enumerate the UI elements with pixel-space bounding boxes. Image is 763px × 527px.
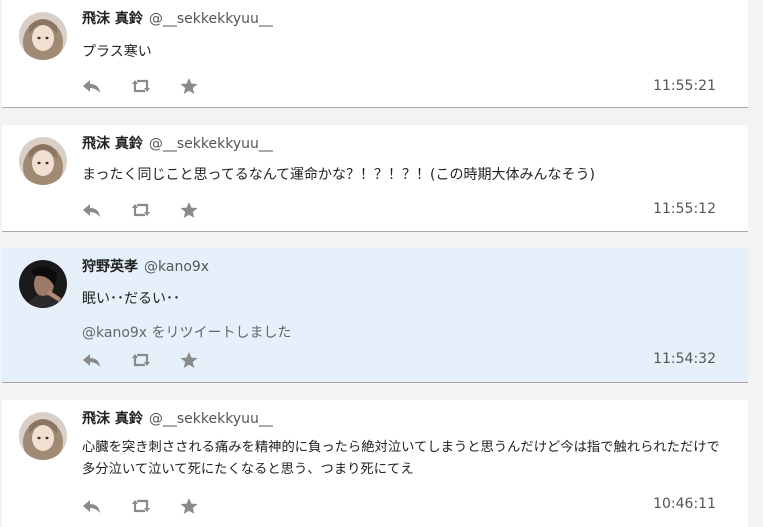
avatar[interactable]: [19, 137, 67, 185]
retweet-button[interactable]: [131, 497, 151, 515]
tweet-item-retweet[interactable]: 狩野英孝 @kano9x 眠い･･だるい･･ @kano9x をリツイートしました…: [2, 248, 748, 383]
retweet-button[interactable]: [131, 77, 151, 95]
user-name[interactable]: 狩野英孝: [82, 259, 138, 275]
star-icon: [180, 352, 198, 368]
user-name[interactable]: 飛沫 真鈴: [82, 11, 143, 27]
reply-icon: [83, 204, 100, 217]
reply-icon: [83, 80, 100, 93]
favorite-button[interactable]: [179, 351, 199, 369]
user-name[interactable]: 飛沫 真鈴: [82, 411, 143, 427]
reply-icon: [83, 354, 100, 367]
avatar[interactable]: [19, 260, 67, 308]
user-handle[interactable]: @__sekkekkyuu__: [149, 11, 273, 27]
tweet-header: 飛沫 真鈴 @__sekkekkyuu__: [82, 8, 273, 28]
star-icon: [180, 498, 198, 514]
favorite-button[interactable]: [179, 201, 199, 219]
retweet-icon: [132, 203, 150, 217]
tweet-header: 狩野英孝 @kano9x: [82, 256, 209, 276]
reply-button[interactable]: [82, 497, 102, 515]
reply-button[interactable]: [82, 351, 102, 369]
reply-button[interactable]: [82, 77, 102, 95]
tweet-header: 飛沫 真鈴 @__sekkekkyuu__: [82, 133, 273, 153]
user-name[interactable]: 飛沫 真鈴: [82, 136, 143, 152]
retweet-note-text: をリツイートしました: [147, 325, 292, 341]
retweet-button[interactable]: [131, 201, 151, 219]
tweet-header: 飛沫 真鈴 @__sekkekkyuu__: [82, 408, 273, 428]
tweet-text: 眠い･･だるい･･: [82, 291, 180, 307]
retweet-icon: [132, 353, 150, 367]
reply-icon: [83, 500, 100, 513]
tweet-text: まったく同じこと思ってるなんて運命かな？！？！？！(この時期大体みんなそう): [82, 167, 595, 183]
tweet-text: 心臓を突き刺さされる痛みを精神的に負ったら絶対泣いてしまうと思うんだけど今は指で…: [82, 440, 720, 477]
retweet-user-link[interactable]: @kano9x: [82, 325, 147, 341]
tweet-timestamp[interactable]: 11:54:32: [653, 351, 716, 367]
tweet-item[interactable]: 飛沫 真鈴 @__sekkekkyuu__ まったく同じこと思ってるなんて運命かな…: [2, 125, 748, 232]
user-handle[interactable]: @__sekkekkyuu__: [149, 136, 273, 152]
avatar[interactable]: [19, 12, 67, 60]
user-handle[interactable]: @kano9x: [144, 259, 209, 275]
retweet-note: @kano9x をリツイートしました: [82, 322, 292, 342]
tweet-timestamp[interactable]: 11:55:21: [653, 78, 716, 94]
star-icon: [180, 78, 198, 94]
tweet-item[interactable]: 飛沫 真鈴 @__sekkekkyuu__ 心臓を突き刺さされる痛みを精神的に負っ…: [2, 400, 748, 527]
tweet-timestamp[interactable]: 10:46:11: [653, 496, 716, 512]
tweet-timestamp[interactable]: 11:55:12: [653, 201, 716, 217]
retweet-button[interactable]: [131, 351, 151, 369]
reply-button[interactable]: [82, 201, 102, 219]
user-handle[interactable]: @__sekkekkyuu__: [149, 411, 273, 427]
tweet-text: プラス寒い: [82, 44, 152, 60]
retweet-icon: [132, 499, 150, 513]
tweet-item[interactable]: 飛沫 真鈴 @__sekkekkyuu__ プラス寒い 11:55:21: [2, 0, 748, 108]
favorite-button[interactable]: [179, 497, 199, 515]
star-icon: [180, 202, 198, 218]
retweet-icon: [132, 79, 150, 93]
avatar[interactable]: [19, 412, 67, 460]
favorite-button[interactable]: [179, 77, 199, 95]
